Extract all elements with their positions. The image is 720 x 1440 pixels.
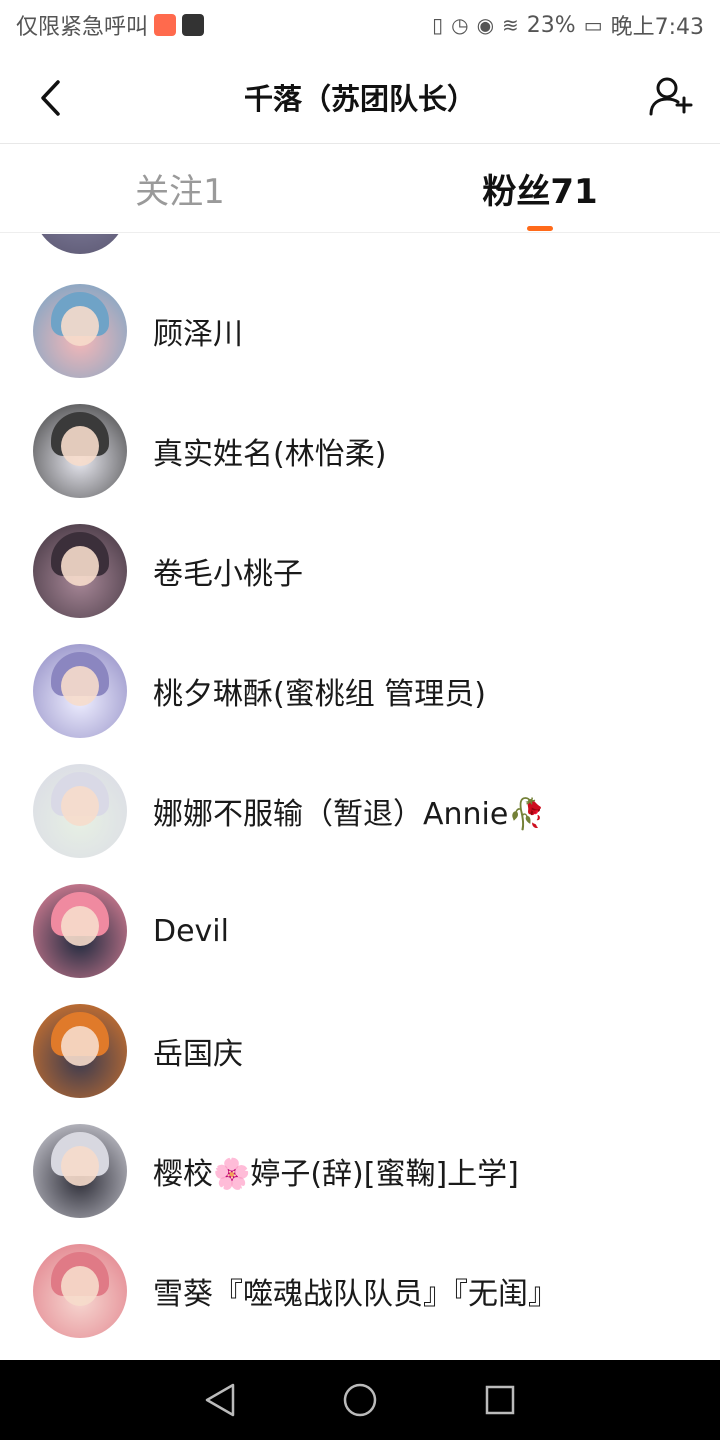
tab-following[interactable]: 关注1 xyxy=(0,145,360,232)
user-name[interactable]: Devil xyxy=(153,914,229,949)
battery-percent: 23% xyxy=(526,12,576,38)
avatar[interactable] xyxy=(33,764,127,858)
list-item[interactable]: 卷毛小桃子 xyxy=(0,511,720,631)
user-name[interactable]: 卷毛小桃子 xyxy=(153,549,303,593)
avatar[interactable] xyxy=(33,234,127,254)
clock: 晚上7:43 xyxy=(610,15,704,40)
app-notification-icon-2 xyxy=(182,14,205,36)
avatar[interactable] xyxy=(33,284,127,378)
status-bar: 仅限紧急呼叫 ▯ ◷ ◉ ≋ 23% ▭ 晚上7:43 xyxy=(0,0,720,50)
avatar[interactable] xyxy=(33,404,127,498)
avatar[interactable] xyxy=(33,1244,127,1338)
triangle-back-icon xyxy=(205,1383,235,1417)
list-item[interactable]: 岳国庆 xyxy=(0,991,720,1111)
avatar[interactable] xyxy=(33,1004,127,1098)
eye-icon: ◉ xyxy=(476,13,495,37)
nav-recents-button[interactable] xyxy=(476,1376,524,1424)
app-header: 千落（苏团队长） xyxy=(0,50,720,144)
tab-followers-label: 粉丝71 xyxy=(482,172,598,212)
user-name[interactable]: 桃夕琳酥(蜜桃组 管理员) xyxy=(153,669,486,713)
tab-following-label: 关注1 xyxy=(135,172,225,212)
nav-back-button[interactable] xyxy=(196,1376,244,1424)
list-item[interactable]: 樱校🌸婷子(辞)[蜜鞠]上学] xyxy=(0,1111,720,1231)
avatar[interactable] xyxy=(33,524,127,618)
add-user-icon xyxy=(649,77,693,116)
app-notification-icon xyxy=(154,14,177,36)
tab-followers[interactable]: 粉丝71 xyxy=(360,145,720,232)
chevron-left-icon xyxy=(41,80,60,116)
user-name[interactable]: 娜娜不服输（暂退）Annie🥀 xyxy=(153,789,546,833)
avatar[interactable] xyxy=(33,644,127,738)
user-name[interactable]: 樱校🌸婷子(辞)[蜜鞠]上学] xyxy=(153,1149,519,1193)
vibrate-icon: ▯ xyxy=(432,13,444,37)
battery-icon: ▭ xyxy=(583,13,603,37)
tab-bar: 关注1 粉丝71 xyxy=(0,145,720,233)
user-name[interactable]: 顾泽川 xyxy=(153,309,243,353)
alarm-icon: ◷ xyxy=(451,13,469,37)
circle-home-icon xyxy=(343,1383,377,1417)
nav-home-button[interactable] xyxy=(336,1376,384,1424)
list-item[interactable]: 雪葵『噬魂战队队员』『无闺』 xyxy=(0,1231,720,1351)
list-item[interactable]: 桃夕琳酥(蜜桃组 管理员) xyxy=(0,631,720,751)
page-title: 千落（苏团队长） xyxy=(243,81,476,116)
user-name[interactable]: 岳国庆 xyxy=(153,1029,243,1073)
list-item[interactable]: 真实姓名(林怡柔) xyxy=(0,391,720,511)
back-button[interactable] xyxy=(30,76,70,120)
follower-list[interactable]: 顾泽川 真实姓名(林怡柔) 卷毛小桃子 桃夕琳酥(蜜桃组 管理员) 娜娜不服输（… xyxy=(0,234,720,1360)
list-item[interactable]: 顾泽川 xyxy=(0,271,720,391)
system-nav-bar xyxy=(0,1360,720,1440)
avatar[interactable] xyxy=(33,1124,127,1218)
active-tab-indicator xyxy=(527,226,553,231)
square-recents-icon xyxy=(485,1385,515,1415)
avatar[interactable] xyxy=(33,884,127,978)
user-name[interactable]: 真实姓名(林怡柔) xyxy=(153,429,386,473)
user-name[interactable]: 雪葵『噬魂战队队员』『无闺』 xyxy=(153,1269,558,1313)
add-friend-button[interactable] xyxy=(648,74,694,120)
list-item[interactable]: 娜娜不服输（暂退）Annie🥀 xyxy=(0,751,720,871)
list-item[interactable]: Devil xyxy=(0,871,720,991)
wifi-icon: ≋ xyxy=(502,13,519,37)
carrier-text: 仅限紧急呼叫 xyxy=(16,15,149,40)
